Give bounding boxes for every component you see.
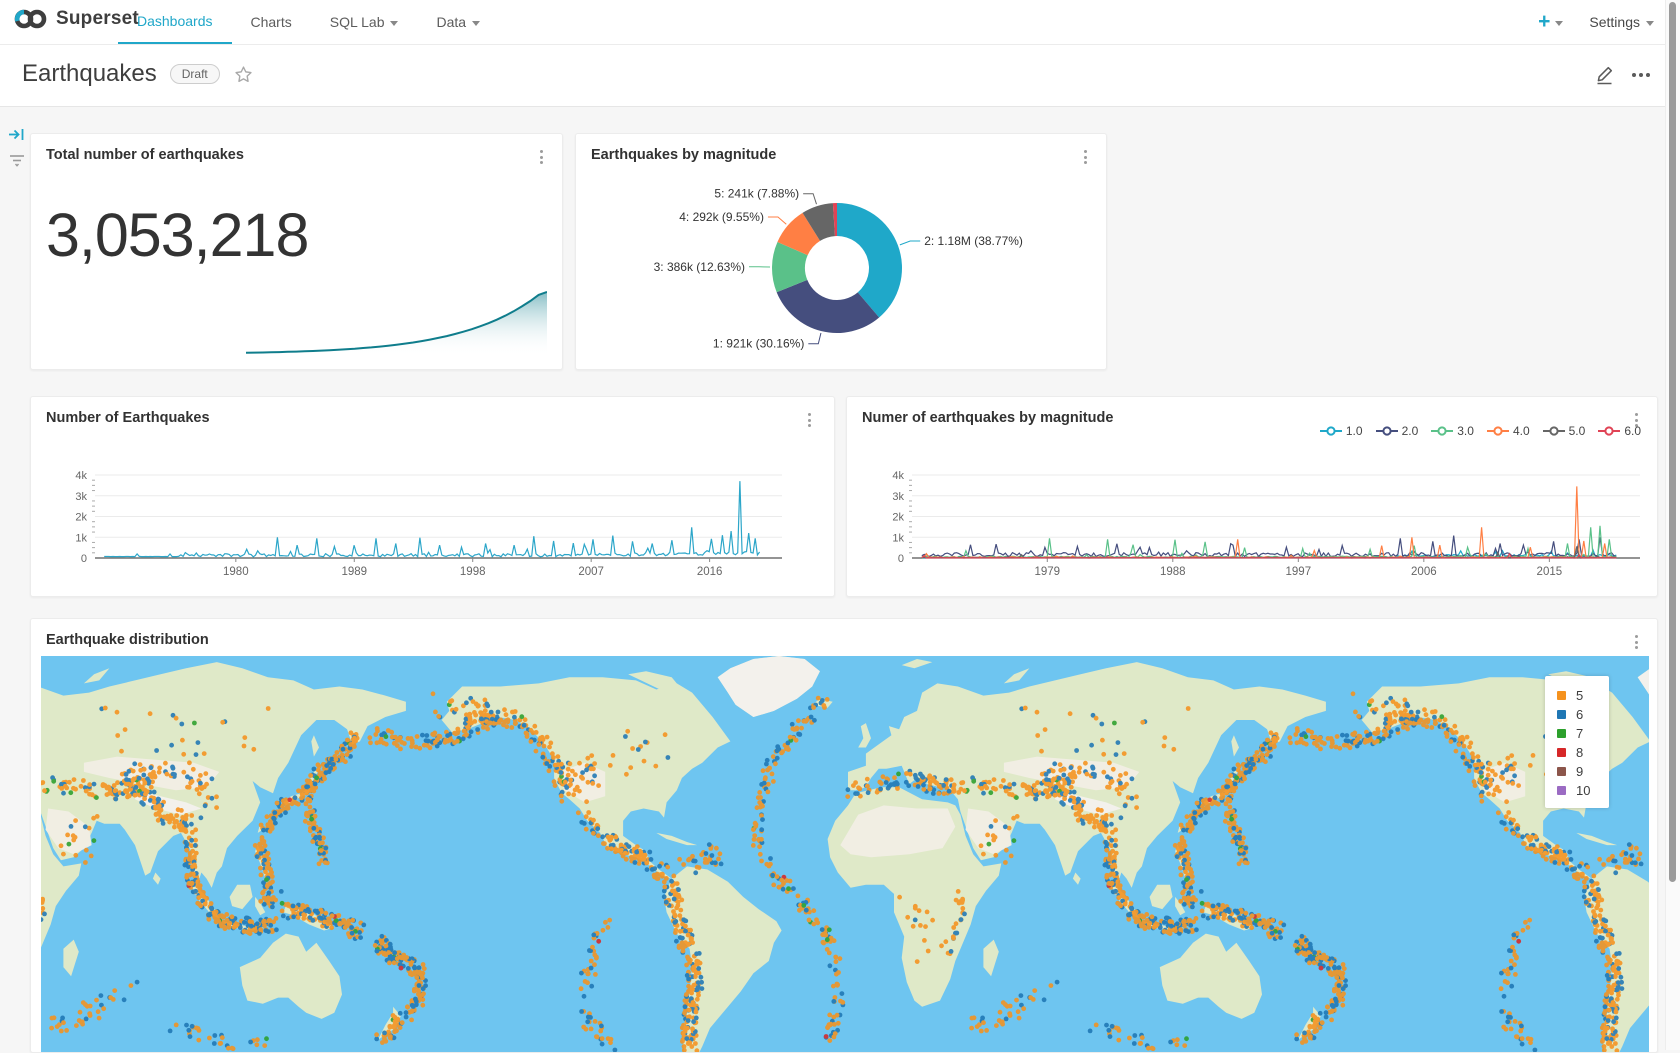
card-total-earthquakes: Total number of earthquakes 3,053,218 [30,133,563,370]
superset-logo-icon [14,7,48,31]
svg-text:2015: 2015 [1537,566,1563,578]
svg-text:0: 0 [898,553,904,565]
map-legend-item-7: 7 [1557,724,1609,743]
legend-swatch-icon [1557,786,1566,795]
big-number-value: 3,053,218 [46,200,308,270]
svg-text:2k: 2k [892,512,904,524]
scrollbar-track[interactable] [1665,0,1680,1050]
earthquake-count-line-chart[interactable]: 0 1k 2k 3k 4k 1980 1989 1998 2007 2016 [31,397,836,598]
svg-text:3k: 3k [75,491,87,503]
filter-list-icon[interactable] [9,153,25,167]
chevron-down-icon [472,21,480,26]
more-options-button[interactable] [1630,69,1652,81]
svg-text:2: 1.18M (38.77%): 2: 1.18M (38.77%) [924,234,1023,248]
svg-text:1979: 1979 [1034,566,1060,578]
expand-filter-bar-icon[interactable] [8,126,26,143]
magnitude-donut-chart[interactable]: 2: 1.18M (38.77%) 1: 921k (30.16%) 3: 386k… [576,134,1108,371]
map-legend-item-6: 6 [1557,705,1609,724]
nav-tab-dashboards[interactable]: Dashboards [118,0,232,44]
map-legend-item-5: 5 [1557,686,1609,705]
svg-text:2016: 2016 [697,566,723,578]
legend-swatch-icon [1557,748,1566,757]
svg-text:1989: 1989 [341,566,367,578]
chart-menu-button[interactable] [535,147,548,167]
page-title: Earthquakes [22,60,157,88]
world-map[interactable]: 5678910 [41,656,1649,1052]
chart-menu-button[interactable] [1630,632,1643,652]
legend-swatch-icon [1557,691,1566,700]
settings-menu[interactable]: Settings [1589,14,1654,30]
svg-text:2k: 2k [75,512,87,524]
svg-text:1998: 1998 [460,566,486,578]
edit-pencil-icon[interactable] [1593,63,1615,87]
favorite-star-icon[interactable] [233,64,254,85]
chevron-down-icon [390,21,398,26]
new-item-button[interactable]: + [1538,12,1563,32]
card-number-of-earthquakes: Number of Earthquakes 01k2k3k4k198019891… [30,396,835,597]
legend-swatch-icon [1557,710,1566,719]
svg-text:1997: 1997 [1286,566,1312,578]
svg-text:1988: 1988 [1160,566,1186,578]
svg-text:1k: 1k [892,532,904,544]
chevron-down-icon [1646,21,1654,26]
nav-tabs: Dashboards Charts SQL Lab Data [118,0,499,44]
svg-text:2006: 2006 [1411,566,1437,578]
chevron-down-icon [1555,21,1563,26]
card-earthquakes-by-magnitude-series: Numer of earthquakes by magnitude 1.0 2.… [846,396,1658,597]
scrollbar-thumb[interactable] [1669,2,1676,882]
dashboard-header: Earthquakes Draft [0,45,1680,107]
plus-icon: + [1538,12,1550,32]
trend-sparkline[interactable] [246,286,547,358]
svg-text:0: 0 [81,553,87,565]
svg-text:3: 386k (12.63%): 3: 386k (12.63%) [654,260,745,274]
svg-text:4: 292k (9.55%): 4: 292k (9.55%) [679,210,764,224]
legend-swatch-icon [1557,729,1566,738]
map-legend-item-8: 8 [1557,743,1609,762]
map-legend-item-9: 9 [1557,762,1609,781]
nav-tab-sql-lab[interactable]: SQL Lab [311,0,418,44]
chart-title: Earthquake distribution [46,632,209,648]
map-magnitude-legend: 5678910 [1545,676,1609,808]
chart-title: Total number of earthquakes [46,147,244,163]
svg-text:5: 241k (7.88%): 5: 241k (7.88%) [714,187,799,201]
legend-swatch-icon [1557,767,1566,776]
nav-tab-data[interactable]: Data [417,0,499,44]
svg-text:4k: 4k [75,470,87,482]
top-navbar: Superset Dashboards Charts SQL Lab Data … [0,0,1680,45]
card-earthquake-distribution: Earthquake distribution 5678910 [30,618,1658,1053]
magnitude-series-line-chart[interactable]: 0 1k 2k 3k 4k 1979 1988 1997 2006 2015 [847,397,1659,598]
card-earthquakes-by-magnitude: Earthquakes by magnitude 2: 1.18M (38.77… [575,133,1107,370]
svg-text:4k: 4k [892,470,904,482]
svg-text:2007: 2007 [578,566,604,578]
map-legend-item-10: 10 [1557,781,1609,800]
nav-tab-charts[interactable]: Charts [232,0,311,44]
svg-text:1k: 1k [75,532,87,544]
status-badge: Draft [170,64,220,84]
svg-text:1980: 1980 [223,566,249,578]
svg-text:3k: 3k [892,491,904,503]
svg-text:1: 921k (30.16%): 1: 921k (30.16%) [713,337,804,351]
